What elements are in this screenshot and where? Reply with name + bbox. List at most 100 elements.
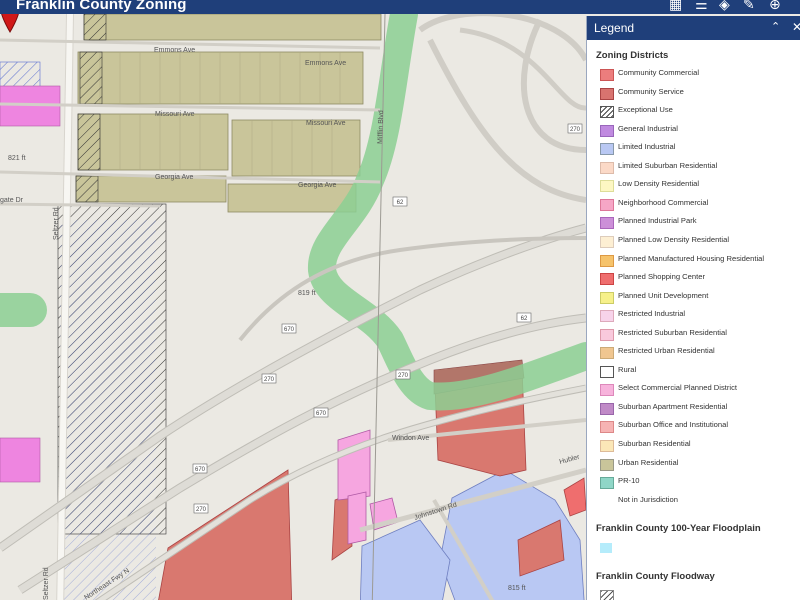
location-pin-icon[interactable]	[0, 14, 20, 34]
legend-item-label: Not in Jurisdiction	[618, 494, 678, 504]
legend-item-label: Restricted Urban Residential	[618, 346, 715, 356]
globe-icon[interactable]: ⊕	[769, 0, 781, 12]
legend-swatch	[600, 198, 614, 211]
route-shield: 670	[281, 323, 297, 334]
legend-item: Planned Unit Development	[597, 289, 797, 305]
legend-item: Select Commercial Planned District	[597, 381, 797, 397]
route-shield: 270	[193, 503, 209, 514]
map-view[interactable]: Emmons Ave Emmons Ave Missouri Ave Misso…	[0, 14, 586, 600]
elevation-label: 821 ft	[8, 155, 26, 162]
legend-item-label: Planned Industrial Park	[618, 216, 697, 226]
legend-swatch	[600, 161, 614, 174]
legend-swatch	[600, 87, 614, 100]
svg-text:62: 62	[397, 200, 404, 206]
legend-item: Exceptional Use	[597, 103, 797, 119]
legend-swatch	[600, 365, 614, 378]
street-label-georgia-1: Georgia Ave	[155, 174, 194, 181]
street-label-seltzer-1: Seltzer Rd	[53, 207, 60, 240]
elevation-label: 815 ft	[508, 585, 526, 592]
svg-text:270: 270	[398, 373, 409, 379]
legend-item-label: Planned Unit Development	[618, 290, 709, 300]
svg-text:270: 270	[570, 127, 581, 133]
svg-text:670: 670	[195, 467, 206, 473]
legend-swatch	[600, 291, 614, 304]
select-commercial-zone[interactable]	[0, 437, 41, 483]
route-shield: 62	[516, 312, 532, 323]
close-icon[interactable]: ✕	[792, 20, 800, 34]
street-label-missouri-2: Missouri Ave	[306, 120, 346, 127]
legend-swatch	[600, 310, 614, 323]
legend-item-label: Community Service	[618, 86, 684, 96]
legend-item: Restricted Industrial	[597, 307, 797, 323]
legend-swatch	[600, 384, 614, 397]
legend-swatch	[600, 590, 614, 600]
layers-icon[interactable]: ◈	[719, 0, 730, 12]
legend-item-label: General Industrial	[618, 123, 678, 133]
legend-item-label: Neighborhood Commercial	[618, 197, 709, 207]
route-shield: 670	[313, 407, 329, 418]
legend-item-label: Limited Industrial	[618, 142, 676, 152]
legend-item: Planned Low Density Residential	[597, 233, 797, 249]
legend-item-label: Urban Residential	[618, 457, 679, 467]
street-label-windon: Windon Ave	[392, 435, 429, 442]
legend-item: Not in Jurisdiction	[597, 493, 797, 509]
legend-item: Low Density Residential	[597, 177, 797, 193]
street-label-emmons-1: Emmons Ave	[154, 47, 195, 54]
legend-item-label: Planned Manufactured Housing Residential	[618, 253, 765, 263]
legend-item: Restricted Suburban Residential	[597, 326, 797, 342]
legend-swatch	[600, 347, 614, 360]
basemap-gallery-icon[interactable]: ▦	[669, 0, 682, 12]
street-label-georgia-2: Georgia Ave	[298, 182, 337, 189]
legend-item: Urban Residential	[597, 456, 797, 472]
legend-item-floodway	[597, 587, 797, 600]
legend-item: General Industrial	[597, 122, 797, 138]
legend-item: Limited Suburban Residential	[597, 159, 797, 175]
legend-item: Planned Shopping Center	[597, 270, 797, 286]
legend-item-label: Community Commercial	[618, 68, 700, 77]
svg-text:270: 270	[264, 377, 275, 383]
chevron-up-icon[interactable]: ⌃	[771, 20, 780, 33]
legend-item: Neighborhood Commercial	[597, 196, 797, 212]
legend-item-label: Restricted Industrial	[618, 309, 686, 319]
legend-item: Community Commercial	[597, 66, 797, 82]
legend-swatch	[600, 440, 614, 452]
legend-swatch	[600, 477, 614, 490]
legend-item: Suburban Office and Institutional	[597, 418, 797, 434]
legend-header: Legend ⌃ ✕	[587, 16, 800, 40]
legend-panel: Legend ⌃ ✕ Zoning Districts Community Co…	[586, 16, 800, 600]
svg-text:270: 270	[196, 507, 207, 513]
legend-swatch	[600, 328, 614, 341]
legend-item-label: Planned Shopping Center	[618, 272, 705, 282]
legend-item-label: Rural	[618, 364, 637, 374]
legend-section-zoning: Zoning Districts	[596, 50, 669, 61]
legend-section-floodway: Franklin County Floodway	[596, 571, 715, 582]
legend-swatch	[600, 124, 614, 137]
legend-item-label: Planned Low Density Residential	[618, 234, 730, 244]
street-label-missouri-1: Missouri Ave	[155, 111, 195, 118]
legend-item: Rural	[597, 363, 797, 379]
legend-item-label: Restricted Suburban Residential	[618, 327, 727, 337]
legend-swatch	[600, 143, 614, 156]
legend-item: Suburban Residential	[597, 437, 797, 453]
svg-text:670: 670	[284, 327, 295, 333]
legend-item-label: Exceptional Use	[618, 105, 673, 115]
legend-item-label: Suburban Office and Institutional	[618, 420, 729, 430]
legend-swatch	[600, 543, 612, 553]
app-header: Franklin County Zoning ▦ ☰ ◈ ✎ ⊕	[0, 0, 800, 14]
legend-swatch	[600, 106, 614, 119]
legend-item-label: Suburban Residential	[618, 439, 691, 448]
legend-swatch	[600, 69, 614, 81]
legend-swatch	[600, 217, 614, 230]
legend-swatch	[600, 273, 614, 286]
legend-list-icon[interactable]: ☰	[695, 0, 708, 12]
legend-title: Legend	[594, 21, 635, 35]
legend-item: Restricted Urban Residential	[597, 344, 797, 360]
legend-item: Limited Industrial	[597, 140, 797, 156]
legend-item-label: Limited Suburban Residential	[618, 160, 718, 170]
measure-icon[interactable]: ✎	[743, 0, 755, 12]
legend-item: Community Service	[597, 85, 797, 101]
legend-item: Planned Industrial Park	[597, 214, 797, 230]
legend-swatch	[600, 402, 614, 415]
street-label-seltzer-2: Seltzer Rd	[43, 567, 50, 600]
legend-section-floodplain: Franklin County 100-Year Floodplain	[596, 523, 761, 534]
